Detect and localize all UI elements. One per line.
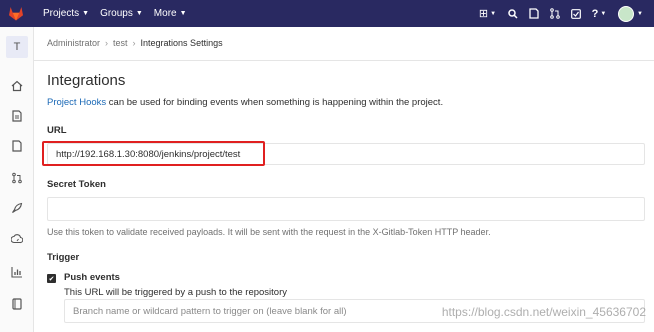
url-highlight-box [42, 141, 265, 166]
project-avatar[interactable]: T [6, 36, 28, 58]
secret-token-label: Secret Token [47, 179, 106, 190]
nav-more-label: More [153, 8, 177, 19]
breadcrumb-administrator[interactable]: Administrator [47, 38, 100, 48]
todos-button[interactable] [565, 0, 586, 27]
cloud-gauge-icon [11, 234, 23, 244]
nav-right-group: ⊞ ▼ ? ▼ ▼ [477, 0, 646, 27]
sidebar-item-analytics[interactable] [0, 261, 34, 283]
sidebar-item-issues[interactable] [0, 135, 34, 157]
home-icon [11, 80, 23, 92]
trigger-label: Trigger [47, 252, 80, 263]
breadcrumb-current[interactable]: Integrations Settings [141, 38, 223, 48]
chevron-down-icon: ▼ [82, 10, 90, 17]
issues-icon [12, 140, 22, 152]
merge-request-icon [12, 172, 22, 184]
project-hooks-link[interactable]: Project Hooks [47, 97, 106, 108]
nav-more-dropdown[interactable]: More ▼ [154, 8, 187, 19]
url-label: URL [47, 125, 67, 136]
sidebar-item-operations[interactable] [0, 228, 34, 250]
sidebar-item-repository[interactable] [0, 105, 34, 127]
chevron-down-icon: ▼ [490, 10, 497, 17]
nav-groups-dropdown[interactable]: Groups ▼ [100, 8, 143, 19]
document-icon [12, 110, 22, 122]
breadcrumb-divider [34, 60, 654, 61]
branch-filter-placeholder: Branch name or wildcard pattern to trigg… [73, 305, 347, 317]
issues-icon [528, 8, 539, 19]
secret-token-input[interactable] [47, 197, 645, 221]
secret-token-help: Use this token to validate received payl… [47, 227, 491, 237]
page-title: Integrations [47, 72, 126, 89]
gitlab-logo-icon[interactable] [0, 0, 32, 27]
page-description: Project Hooks can be used for binding ev… [47, 97, 443, 108]
plus-square-icon: ⊞ [478, 8, 489, 20]
merge-requests-button[interactable] [544, 0, 565, 27]
bar-chart-icon [11, 267, 22, 278]
breadcrumb: Administrator › test › Integrations Sett… [47, 38, 223, 48]
rocket-icon [12, 202, 23, 213]
book-icon [12, 298, 22, 310]
sidebar-item-overview[interactable] [0, 75, 34, 97]
breadcrumb-project[interactable]: test [113, 38, 128, 48]
nav-projects-dropdown[interactable]: Projects ▼ [43, 8, 89, 19]
watermark: https://blog.csdn.net/weixin_45636702 [441, 305, 646, 319]
sidebar-item-cicd[interactable] [0, 197, 34, 219]
help-icon: ? [591, 7, 599, 20]
nav-groups-label: Groups [100, 8, 133, 19]
description-text: can be used for binding events when some… [106, 97, 444, 108]
chevron-down-icon[interactable]: ▼ [634, 0, 646, 27]
nav-projects-label: Projects [43, 8, 80, 19]
chevron-down-icon: ▼ [600, 10, 607, 17]
top-navbar: Projects ▼ Groups ▼ More ▼ ⊞ ▼ ? ▼ ▼ [0, 0, 654, 27]
issues-button[interactable] [523, 0, 544, 27]
check-icon: ✔ [48, 275, 55, 283]
sidebar-item-merge-requests[interactable] [0, 167, 34, 189]
help-dropdown[interactable]: ? ▼ [586, 0, 612, 27]
new-plus-button[interactable]: ⊞ ▼ [477, 0, 498, 27]
chevron-right-icon: › [132, 38, 136, 48]
push-events-help: This URL will be triggered by a push to … [64, 287, 288, 298]
merge-request-icon [549, 8, 560, 19]
project-sidebar: T [0, 27, 34, 332]
chevron-down-icon: ▼ [135, 10, 143, 17]
sidebar-item-wiki[interactable] [0, 293, 34, 315]
push-events-checkbox[interactable]: ✔ [47, 274, 56, 283]
chevron-down-icon: ▼ [179, 10, 187, 17]
chevron-right-icon: › [105, 38, 109, 48]
push-events-label[interactable]: Push events [64, 272, 120, 283]
user-avatar[interactable] [618, 5, 634, 22]
search-icon [507, 8, 518, 19]
todo-check-icon [570, 8, 581, 19]
search-button[interactable] [502, 0, 523, 27]
